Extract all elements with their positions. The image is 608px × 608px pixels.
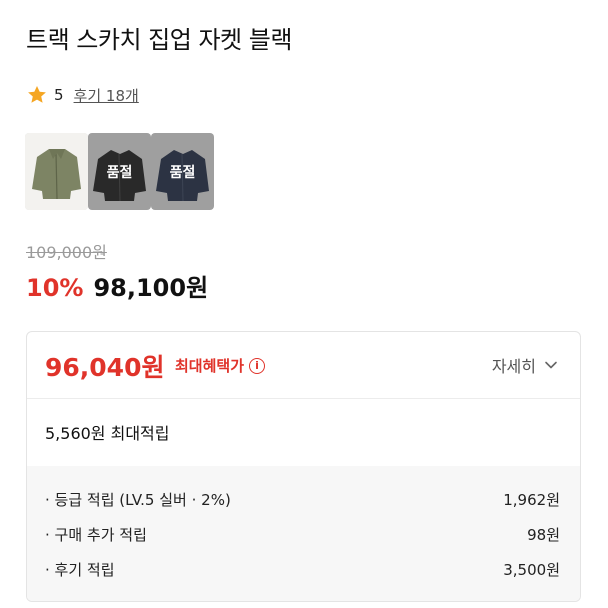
divider [27, 398, 580, 399]
best-benefit-label: 최대혜택가 i [175, 355, 266, 376]
soldout-badge: 품절 [88, 133, 151, 210]
breakdown-label: · 후기 적립 [45, 560, 115, 579]
sale-price: 98,100원 [93, 274, 209, 302]
breakdown-value: 1,962원 [503, 490, 560, 509]
info-icon[interactable]: i [249, 357, 266, 374]
best-benefit-label-text: 최대혜택가 [175, 357, 245, 375]
rating-score: 5 [54, 86, 64, 104]
soldout-badge: 품절 [151, 133, 214, 210]
breakdown-row-review: · 후기 적립 3,500원 [45, 556, 560, 582]
benefit-card: 96,040원 최대혜택가 i 자세히 5,560원 최대적립 · 등급 적립 … [26, 331, 581, 602]
color-option-khaki[interactable] [25, 133, 88, 210]
breakdown-label: · 등급 적립 (LV.5 실버 · 2%) [45, 490, 231, 509]
color-options: 품절 품절 [25, 133, 214, 210]
review-count-link[interactable]: 후기 18개 [74, 85, 139, 106]
breakdown-row-grade: · 등급 적립 (LV.5 실버 · 2%) 1,962원 [45, 486, 560, 512]
product-title: 트랙 스카치 집업 자켓 블랙 [26, 26, 292, 54]
breakdown-label: · 구매 추가 적립 [45, 525, 147, 544]
breakdown-value: 98원 [527, 525, 560, 544]
khaki-jacket-image [25, 133, 88, 210]
max-points: 5,560원 최대적립 [45, 424, 170, 443]
benefit-card-header: 96,040원 최대혜택가 i 자세히 [27, 332, 580, 398]
color-option-navy[interactable]: 품절 [151, 133, 214, 210]
rating-row: 5 후기 18개 [26, 82, 139, 108]
discount-rate: 10% [26, 274, 84, 302]
breakdown-value: 3,500원 [503, 560, 560, 579]
sale-price-row: 10% 98,100원 [26, 268, 208, 303]
breakdown-row-purchase: · 구매 추가 적립 98원 [45, 521, 560, 547]
details-toggle-button[interactable]: 자세히 [492, 353, 558, 377]
points-breakdown: · 등급 적립 (LV.5 실버 · 2%) 1,962원 · 구매 추가 적립… [27, 466, 580, 601]
chevron-down-icon [545, 361, 557, 369]
original-price: 109,000원 [26, 243, 107, 262]
color-option-black[interactable]: 품절 [88, 133, 151, 210]
details-toggle-label: 자세히 [491, 357, 536, 376]
best-benefit-price: 96,040원 [45, 353, 165, 382]
star-icon [26, 84, 48, 106]
